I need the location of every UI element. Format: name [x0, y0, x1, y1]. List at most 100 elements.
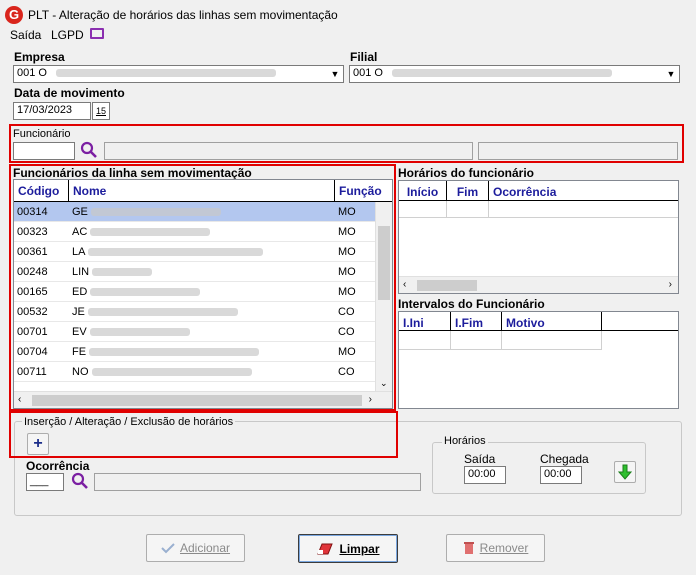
cell-name: FE	[72, 346, 87, 358]
cell-func: MO	[338, 346, 356, 358]
data-movimento-label: Data de movimento	[14, 86, 125, 100]
redacted-text	[392, 69, 613, 78]
horarios-group-title: Horários	[442, 435, 488, 447]
table-row[interactable]: 00711 NO CO	[14, 362, 392, 382]
horarios-grid-header: Início Fim Ocorrência	[399, 181, 678, 201]
add-horario-button[interactable]: +	[27, 433, 49, 455]
table-row[interactable]	[399, 331, 602, 350]
func-grid-title: Funcionários da linha sem movimentação	[13, 166, 252, 180]
checkmark-icon	[161, 543, 175, 554]
search-icon[interactable]	[71, 472, 89, 490]
horarios-grid-title: Horários do funcionário	[398, 166, 535, 180]
remover-button[interactable]: Remover	[446, 534, 545, 562]
monitor-icon[interactable]	[90, 28, 104, 39]
chevron-right-icon[interactable]: ›	[369, 394, 372, 405]
filial-value: 001 O	[353, 67, 383, 79]
cell-code: 00711	[17, 366, 47, 378]
cell-code: 00704	[17, 346, 48, 358]
redacted-text	[90, 208, 221, 217]
adicionar-label: Adicionar	[179, 541, 231, 555]
table-row[interactable]: 00361 LA MO	[14, 242, 392, 262]
scroll-thumb[interactable]	[378, 226, 390, 300]
cell-func: MO	[338, 286, 356, 298]
ocorrencia-input[interactable]: ___	[26, 473, 64, 491]
table-row[interactable]: 00704 FE MO	[14, 342, 392, 362]
menu-saida[interactable]: Saída	[10, 28, 41, 42]
limpar-button[interactable]: Limpar	[298, 534, 398, 563]
data-movimento-field[interactable]: 17/03/2023	[13, 102, 91, 120]
cell-name: AC	[72, 226, 88, 238]
header-iini[interactable]: I.Ini	[399, 312, 451, 330]
chevron-down-icon[interactable]: ▼	[664, 67, 678, 81]
cell-name: JE	[72, 306, 85, 318]
ocorrencia-description-field	[94, 473, 421, 491]
funcionario-label: Funcionário	[13, 128, 71, 140]
horizontal-scrollbar[interactable]: ‹ ›	[14, 391, 392, 408]
cell-func: MO	[338, 246, 356, 258]
funcionario-code-input[interactable]	[13, 142, 75, 160]
intervalos-grid-header: I.Ini I.Fim Motivo	[399, 312, 678, 331]
table-row[interactable]: 00323 AC MO	[14, 222, 392, 242]
table-row[interactable]: 00532 JE CO	[14, 302, 392, 322]
header-funcao[interactable]: Função	[335, 180, 382, 201]
table-row[interactable]	[399, 201, 678, 218]
chegada-label: Chegada	[540, 452, 589, 466]
cell-func: CO	[338, 306, 355, 318]
chegada-time-input[interactable]: 00:00	[540, 466, 582, 484]
redacted-text	[88, 248, 264, 257]
cell-code: 00165	[17, 286, 48, 298]
header-ocorrencia[interactable]: Ocorrência	[489, 181, 639, 200]
limpar-label: Limpar	[339, 541, 380, 556]
empresa-value: 001 O	[17, 67, 47, 79]
calendar-icon[interactable]: 15	[92, 102, 110, 120]
cell-code: 00314	[17, 206, 48, 218]
menu-lgpd[interactable]: LGPD	[51, 28, 84, 42]
chevron-down-icon[interactable]: ▼	[328, 67, 342, 81]
cell-code: 00323	[17, 226, 48, 238]
header-fim[interactable]: Fim	[447, 181, 489, 200]
ocorrencia-label: Ocorrência	[26, 459, 90, 473]
funcionario-extra-field	[478, 142, 678, 160]
chevron-down-icon[interactable]: ⌄	[380, 378, 388, 389]
trash-icon	[463, 542, 474, 554]
redacted-text	[89, 328, 190, 337]
confirm-horario-button[interactable]	[614, 461, 636, 483]
cell-name: NO	[72, 366, 89, 378]
table-row[interactable]: 00701 EV CO	[14, 322, 392, 342]
filial-select[interactable]: 001 O ▼	[349, 65, 680, 83]
cell-func: CO	[338, 366, 355, 378]
redacted-text	[87, 308, 238, 317]
header-nome[interactable]: Nome	[69, 180, 335, 201]
scroll-thumb[interactable]	[32, 395, 362, 406]
cell-func: MO	[338, 226, 356, 238]
table-row[interactable]: 00165 ED MO	[14, 282, 392, 302]
header-ifim[interactable]: I.Fim	[451, 312, 502, 330]
scroll-thumb[interactable]	[417, 280, 477, 291]
window-title: PLT - Alteração de horários das linhas s…	[28, 8, 338, 22]
adicionar-button[interactable]: Adicionar	[146, 534, 245, 562]
filial-label: Filial	[350, 50, 378, 64]
header-motivo[interactable]: Motivo	[502, 312, 602, 330]
empresa-select[interactable]: 001 O ▼	[13, 65, 344, 83]
chevron-left-icon[interactable]: ‹	[18, 394, 21, 405]
func-grid: Código Nome Função 00314 GE MO 00323 AC …	[13, 179, 393, 409]
redacted-text	[56, 69, 277, 78]
cell-func: MO	[338, 266, 356, 278]
header-codigo[interactable]: Código	[14, 180, 69, 201]
cell-name: LA	[72, 246, 86, 258]
search-icon[interactable]	[80, 141, 98, 159]
cell-name: EV	[72, 326, 87, 338]
table-row[interactable]: 00314 GE MO	[14, 202, 392, 222]
chevron-left-icon[interactable]: ‹	[403, 279, 406, 290]
horizontal-scrollbar[interactable]: ‹ ›	[399, 276, 678, 293]
table-row[interactable]: 00248 LIN MO	[14, 262, 392, 282]
empresa-label: Empresa	[14, 50, 65, 64]
chevron-right-icon[interactable]: ›	[669, 279, 672, 290]
saida-label: Saída	[464, 452, 496, 466]
cell-code: 00361	[17, 246, 48, 258]
header-inicio[interactable]: Início	[399, 181, 447, 200]
vertical-scrollbar[interactable]: ⌄	[375, 202, 392, 391]
app-logo-icon: G	[5, 6, 23, 24]
intervalos-grid: I.Ini I.Fim Motivo	[398, 311, 679, 409]
saida-time-input[interactable]: 00:00	[464, 466, 506, 484]
